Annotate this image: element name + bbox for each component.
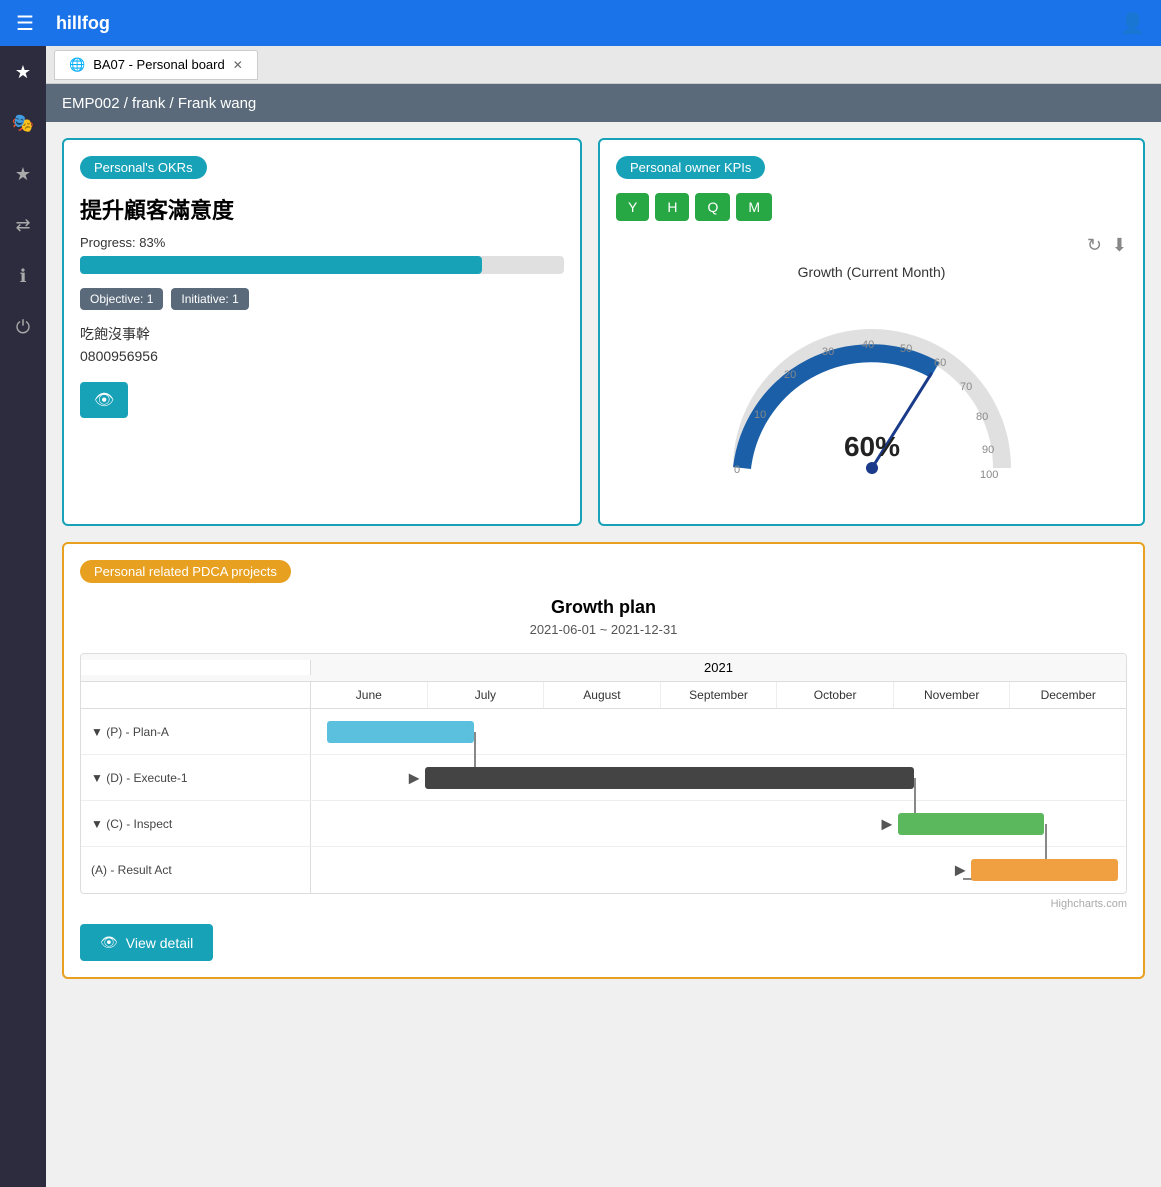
sidebar-icon-power[interactable]: ⏻ bbox=[10, 311, 36, 344]
gantt-bars-plan-a bbox=[311, 709, 1126, 754]
okr-sub-text1: 吃飽沒事幹 bbox=[80, 324, 564, 344]
progress-bar-fill bbox=[80, 256, 482, 274]
gantt-row-result: (A) - Result Act ▶ bbox=[81, 847, 1126, 893]
gauge-svg: 0 10 20 30 40 50 60 70 80 90 100 bbox=[712, 298, 1032, 498]
okr-view-button[interactable]: 👁 bbox=[80, 382, 128, 418]
highcharts-credits: Highcharts.com bbox=[80, 898, 1127, 910]
gantt-month-november: November bbox=[894, 682, 1011, 708]
progress-bar-bg bbox=[80, 256, 564, 274]
kpi-btn-y[interactable]: Y bbox=[616, 193, 649, 221]
svg-text:10: 10 bbox=[754, 409, 766, 421]
kpi-badge: Personal owner KPIs bbox=[616, 156, 765, 179]
kpi-btn-h[interactable]: H bbox=[655, 193, 689, 221]
sidebar-icon-transfer[interactable]: ⇄ bbox=[9, 209, 36, 242]
tab-personal-board[interactable]: 🌐 BA07 - Personal board ✕ bbox=[54, 50, 258, 80]
breadcrumb: EMP002 / frank / Frank wang bbox=[62, 95, 256, 112]
chart-subtitle: 2021-06-01 ~ 2021-12-31 bbox=[80, 622, 1127, 637]
brand-logo: hillfog bbox=[56, 13, 110, 34]
tab-close-button[interactable]: ✕ bbox=[233, 58, 243, 72]
gantt-month-august: August bbox=[544, 682, 661, 708]
kpi-card: Personal owner KPIs Y H Q M ↻ ⬇ Growth (… bbox=[598, 138, 1145, 526]
svg-text:0: 0 bbox=[734, 464, 740, 476]
tab-label: BA07 - Personal board bbox=[93, 57, 225, 72]
kpi-btn-q[interactable]: Q bbox=[695, 193, 730, 221]
okr-sub-text2: 0800956956 bbox=[80, 348, 564, 364]
chart-title: Growth plan bbox=[80, 597, 1127, 618]
gantt-month-december: December bbox=[1010, 682, 1126, 708]
sidebar-icon-face[interactable]: 🎭 bbox=[6, 107, 40, 140]
sidebar-icon-star1[interactable]: ★ bbox=[9, 56, 37, 89]
gantt-month-october: October bbox=[777, 682, 894, 708]
gantt-row-inspect: ▼ (C) - Inspect ▶ bbox=[81, 801, 1126, 847]
svg-text:60%: 60% bbox=[843, 431, 899, 462]
okr-title: 提升顧客滿意度 bbox=[80, 193, 564, 225]
svg-text:60: 60 bbox=[934, 357, 946, 369]
gantt-bars-execute: ▶ bbox=[311, 755, 1126, 800]
gauge-container: 0 10 20 30 40 50 60 70 80 90 100 bbox=[616, 288, 1127, 508]
gantt-bars-inspect: ▶ bbox=[311, 801, 1126, 846]
svg-text:40: 40 bbox=[862, 339, 874, 351]
menu-icon[interactable]: ☰ bbox=[16, 11, 34, 36]
okr-badge: Personal's OKRs bbox=[80, 156, 207, 179]
gantt-month-september: September bbox=[661, 682, 778, 708]
objective-badge[interactable]: Objective: 1 bbox=[80, 288, 163, 310]
gantt-month-july: July bbox=[428, 682, 545, 708]
eye-icon: 👁 bbox=[100, 934, 118, 951]
gantt-label-inspect: ▼ (C) - Inspect bbox=[81, 801, 311, 846]
svg-text:90: 90 bbox=[982, 444, 994, 456]
gantt-month-june: June bbox=[311, 682, 428, 708]
sidebar-icon-info[interactable]: ℹ bbox=[14, 260, 33, 293]
svg-text:30: 30 bbox=[822, 346, 834, 358]
okr-card: Personal's OKRs 提升顧客滿意度 Progress: 83% Ob… bbox=[62, 138, 582, 526]
gantt-bars-result: ▶ bbox=[311, 847, 1126, 893]
gantt-chart: 2021 June July August September October … bbox=[80, 653, 1127, 894]
sidebar-icon-star2[interactable]: ★ bbox=[9, 158, 37, 191]
progress-label: Progress: 83% bbox=[80, 235, 564, 250]
initiative-badge[interactable]: Initiative: 1 bbox=[171, 288, 248, 310]
gantt-label-execute: ▼ (D) - Execute-1 bbox=[81, 755, 311, 800]
gantt-label-result: (A) - Result Act bbox=[81, 847, 311, 893]
svg-text:80: 80 bbox=[976, 411, 988, 423]
kpi-btn-row: Y H Q M bbox=[616, 193, 1127, 221]
gantt-row-execute: ▼ (D) - Execute-1 ▶ bbox=[81, 755, 1126, 801]
download-icon[interactable]: ⬇ bbox=[1112, 235, 1127, 256]
svg-text:50: 50 bbox=[900, 343, 912, 355]
pdca-badge: Personal related PDCA projects bbox=[80, 560, 291, 583]
view-detail-button[interactable]: 👁 View detail bbox=[80, 924, 213, 961]
refresh-icon[interactable]: ↻ bbox=[1087, 235, 1102, 256]
view-detail-label: View detail bbox=[126, 935, 193, 951]
user-icon[interactable]: 👤 bbox=[1120, 11, 1145, 36]
gantt-year: 2021 bbox=[311, 660, 1126, 675]
pdca-card: Personal related PDCA projects Growth pl… bbox=[62, 542, 1145, 979]
tab-globe-icon: 🌐 bbox=[69, 57, 85, 73]
svg-text:70: 70 bbox=[960, 381, 972, 393]
gantt-row-plan-a: ▼ (P) - Plan-A bbox=[81, 709, 1126, 755]
gantt-label-plan-a: ▼ (P) - Plan-A bbox=[81, 709, 311, 754]
kpi-btn-m[interactable]: M bbox=[736, 193, 772, 221]
svg-text:20: 20 bbox=[784, 369, 796, 381]
gauge-title: Growth (Current Month) bbox=[616, 264, 1127, 280]
svg-text:100: 100 bbox=[980, 469, 998, 481]
